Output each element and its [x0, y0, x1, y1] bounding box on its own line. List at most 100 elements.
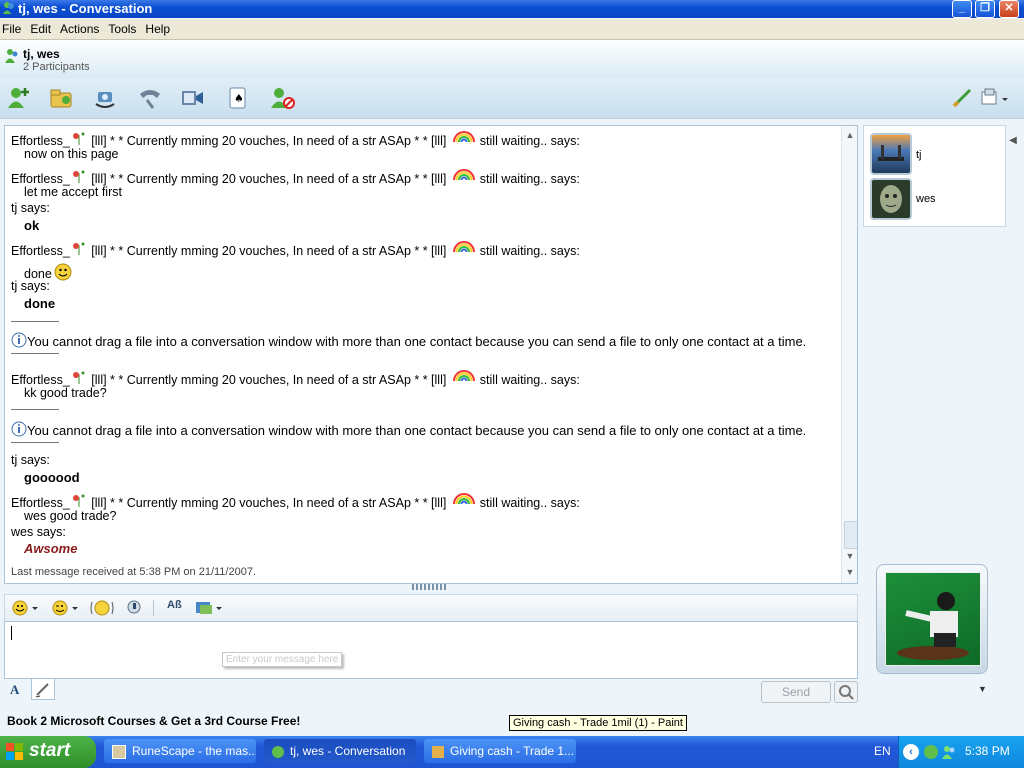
menu-file[interactable]: File: [0, 19, 28, 39]
task-label: RuneScape - the mas...: [132, 744, 256, 758]
paint-brush-icon[interactable]: [950, 86, 976, 110]
avatar-wes[interactable]: [870, 178, 912, 220]
sender-nickname: [lll] * * Currently mming 20 vouches, In…: [87, 496, 447, 510]
emoticon-icon[interactable]: [11, 599, 41, 617]
message-text: done: [24, 296, 56, 311]
sender-name: Effortless_: [11, 134, 70, 148]
tray-expand-icon[interactable]: ‹: [903, 744, 919, 760]
participants-icon: [4, 48, 20, 64]
sender-suffix: still waiting.. says:: [476, 172, 580, 186]
close-button[interactable]: ✕: [999, 0, 1019, 18]
sender-suffix: still waiting.. says:: [476, 244, 580, 258]
history-scrollbar[interactable]: ▲ ▼ ▼: [841, 126, 857, 583]
sender-name: Effortless_: [11, 373, 70, 387]
phone-call-icon[interactable]: [137, 86, 163, 110]
message-text: kk good trade?: [24, 386, 107, 400]
sender-name: Effortless_: [11, 244, 70, 258]
advertisement-link[interactable]: Book 2 Microsoft Courses & Get a 3rd Cou…: [7, 714, 300, 728]
message-text: Awsome: [24, 541, 78, 556]
rainbow-icon: [452, 370, 476, 382]
message-sender-line: Effortless_ [lll] * * Currently mming 20…: [11, 370, 580, 387]
flower-icon: [70, 371, 88, 385]
scroll-down-arrow[interactable]: ▼: [844, 551, 856, 561]
menu-bar: File Edit Actions Tools Help: [0, 19, 1024, 40]
message-text: goooood: [24, 470, 80, 485]
maximize-button[interactable]: ❐: [975, 0, 995, 18]
wink-icon[interactable]: [51, 599, 81, 617]
background-icon[interactable]: [195, 599, 225, 617]
message-sender-line: tj says:: [11, 279, 50, 293]
nudge-icon[interactable]: [89, 599, 115, 617]
menu-actions[interactable]: Actions: [58, 19, 106, 39]
info-text: You cannot drag a file into a conversati…: [27, 334, 807, 349]
messenger-task-icon: [272, 745, 284, 758]
network-icon[interactable]: [923, 744, 939, 760]
message-body: kk good trade?: [24, 386, 107, 400]
browser-icon: [112, 744, 126, 759]
message-body: wes good trade?: [24, 509, 117, 523]
info-message: You cannot drag a file into a conversati…: [11, 332, 806, 349]
message-body: let me accept first: [24, 185, 122, 199]
search-icon[interactable]: [834, 681, 858, 703]
games-icon[interactable]: ♠: [226, 86, 252, 110]
rainbow-icon: [452, 241, 476, 253]
send-button[interactable]: Send: [761, 681, 831, 703]
task-conversation[interactable]: tj, wes - Conversation: [264, 739, 416, 763]
sender-name: Effortless_: [11, 172, 70, 186]
task-runescape[interactable]: RuneScape - the mas...: [104, 739, 256, 763]
window-title: tj, wes - Conversation: [18, 1, 153, 16]
conversation-history[interactable]: Effortless_ [lll] * * Currently mming 20…: [4, 125, 858, 584]
voice-clip-icon[interactable]: [125, 599, 145, 617]
spell-check-icon[interactable]: Aß: [167, 599, 187, 617]
svg-text:♠: ♠: [234, 92, 244, 105]
font-icon[interactable]: A: [10, 682, 24, 697]
video-call-icon[interactable]: [92, 86, 118, 110]
menu-help[interactable]: Help: [143, 19, 177, 39]
invite-contact-icon[interactable]: [6, 86, 32, 110]
avatar-tj[interactable]: [870, 133, 912, 175]
display-options-icon[interactable]: [980, 86, 1010, 110]
messenger-icon: [2, 1, 16, 15]
display-picture-frame[interactable]: [876, 564, 988, 674]
last-message-status: Last message received at 5:38 PM on 21/1…: [11, 566, 257, 578]
message-separator: [11, 409, 59, 410]
task-paint[interactable]: Giving cash - Trade 1...: [424, 739, 576, 763]
message-sender-line: Effortless_ [lll] * * Currently mming 20…: [11, 169, 580, 186]
collapse-panel-icon[interactable]: ◀: [1007, 132, 1019, 150]
handwriting-icon[interactable]: [31, 678, 55, 700]
message-separator: [11, 442, 59, 443]
rainbow-icon: [452, 131, 476, 143]
input-placeholder-hint: Enter your message here: [222, 652, 343, 667]
windows-logo-icon: [6, 743, 24, 761]
format-separator: [153, 600, 154, 616]
language-indicator[interactable]: EN: [874, 744, 891, 758]
message-text: let me accept first: [24, 185, 122, 199]
pane-splitter[interactable]: [412, 584, 448, 590]
video-clip-icon[interactable]: [180, 86, 206, 110]
scroll-thumb[interactable]: [844, 521, 857, 549]
scroll-end-arrow[interactable]: ▼: [844, 567, 856, 577]
sender-nickname: [lll] * * Currently mming 20 vouches, In…: [87, 134, 447, 148]
message-sender-line: tj says:: [11, 453, 50, 467]
participants-names: tj, wes: [23, 47, 60, 61]
message-body: now on this page: [24, 147, 119, 161]
scroll-up-arrow[interactable]: ▲: [844, 130, 856, 140]
rainbow-icon: [452, 169, 476, 181]
info-icon: [11, 332, 27, 348]
block-contact-icon[interactable]: [270, 86, 296, 110]
info-icon: [11, 421, 27, 437]
sender-suffix: still waiting.. says:: [476, 373, 580, 387]
menu-edit[interactable]: Edit: [28, 19, 58, 39]
task-label: tj, wes - Conversation: [290, 744, 406, 758]
share-folder-icon[interactable]: [49, 86, 75, 110]
minimize-button[interactable]: _: [952, 0, 972, 18]
sender-nickname: [lll] * * Currently mming 20 vouches, In…: [87, 172, 447, 186]
start-button[interactable]: start: [0, 736, 96, 768]
menu-tools[interactable]: Tools: [106, 19, 143, 39]
message-text: now on this page: [24, 147, 119, 161]
messenger-tray-icon[interactable]: [941, 744, 957, 760]
display-picture-menu-arrow[interactable]: ▼: [978, 684, 987, 694]
message-sender-line: Effortless_ [lll] * * Currently mming 20…: [11, 241, 580, 258]
message-input[interactable]: Enter your message here: [4, 621, 858, 679]
conversation-header: tj, wes 2 Participants: [0, 40, 1024, 78]
